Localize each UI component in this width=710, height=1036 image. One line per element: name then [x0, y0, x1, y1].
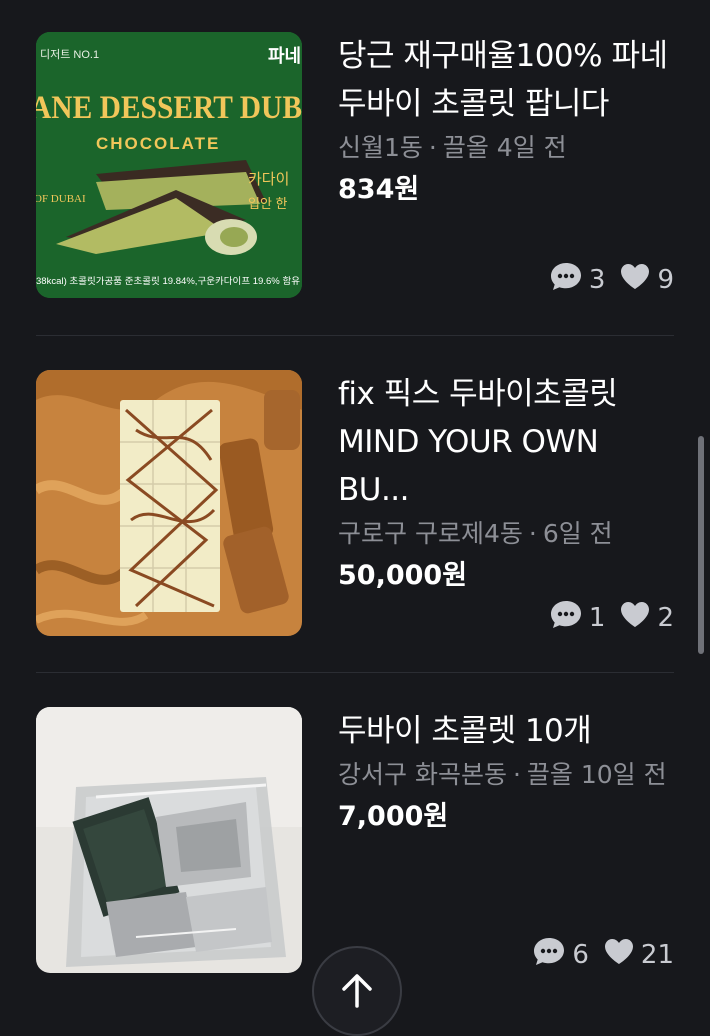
chat-count: 1 [588, 602, 606, 633]
listing-location: 구로구 구로제4동 [338, 519, 523, 548]
thumb-brand: 파네 [268, 46, 301, 66]
chat-count: 3 [588, 264, 606, 295]
listing-stats: 6 21 [532, 936, 674, 973]
fix-chocolate-image [36, 370, 302, 636]
like-count: 2 [657, 602, 674, 633]
chocolate-bag-image [36, 707, 302, 973]
listing-meta: 구로구 구로제4동 · 6일 전 [338, 519, 613, 548]
listing-price: 7,000원 [338, 801, 449, 832]
list-item[interactable]: 두바이 초콜렛 10개 강서구 화곡본동 · 끌올 10일 전 7,000원 6 2… [36, 707, 674, 977]
thumb-subhead: CHOCOLATE [96, 134, 220, 153]
listing-info: 당근 재구매율100% 파네 두바이 초콜릿 팝니다 신월1동 · 끌올 4일 전 … [338, 32, 678, 210]
listing-title: 두바이 초콜렛 10개 [338, 713, 592, 749]
thumb-footer: 38kcal) 초콜릿가공품 준초콜릿 19.84%,구운카다이프 19.6% … [36, 275, 300, 286]
listing-price: 50,000원 [338, 560, 468, 591]
listing-info: fix 픽스 두바이초콜릿 MIND YOUR OWN BU... 구로구 구로… [338, 370, 678, 596]
listing-stats: 3 9 [549, 261, 674, 298]
chat-bubble-icon [549, 599, 583, 636]
listing-price: 834원 [338, 174, 420, 205]
scroll-to-top-button[interactable] [312, 946, 402, 1036]
product-thumbnail[interactable] [36, 370, 302, 636]
heart-icon [619, 600, 651, 635]
chat-count: 6 [572, 939, 589, 970]
thumb-top-label: 디저트 NO.1 [40, 48, 99, 61]
scrollbar[interactable] [698, 436, 704, 654]
list-item[interactable]: fix 픽스 두바이초콜릿 MIND YOUR OWN BU... 구로구 구로… [36, 370, 674, 640]
product-thumbnail[interactable] [36, 707, 302, 973]
listing-bumped: 끌올 10일 전 [526, 760, 667, 789]
listing-title-text: fix 픽스 두바이초콜릿 MIND YOUR OWN BU... [338, 376, 618, 508]
listing-info: 두바이 초콜렛 10개 강서구 화곡본동 · 끌올 10일 전 7,000원 [338, 707, 678, 837]
thumb-origin: OF DUBAI [36, 193, 86, 205]
list-item[interactable]: 디저트 NO.1 파네 ANE DESSERT DUB CHOCOLATE 카다… [36, 32, 674, 302]
thumb-headline: ANE DESSERT DUB [36, 90, 302, 126]
thumb-side-b: 입안 한 [248, 196, 288, 211]
like-count: 9 [657, 264, 674, 295]
listing-bumped: 끌올 4일 전 [442, 133, 567, 162]
chat-bubble-icon [549, 261, 583, 298]
listing-meta: 강서구 화곡본동 · 끌올 10일 전 [338, 760, 667, 789]
divider [36, 672, 674, 673]
heart-icon [603, 937, 635, 972]
pane-chocolate-package-image: 디저트 NO.1 파네 ANE DESSERT DUB CHOCOLATE 카다… [36, 32, 302, 298]
product-thumbnail[interactable]: 디저트 NO.1 파네 ANE DESSERT DUB CHOCOLATE 카다… [36, 32, 302, 298]
listing-location: 신월1동 [338, 133, 423, 162]
listing-bumped: 6일 전 [542, 519, 613, 548]
thumb-side-a: 카다이 [248, 171, 289, 188]
chat-bubble-icon [532, 936, 566, 973]
heart-icon [619, 262, 651, 297]
listing-title: 당근 재구매율100% 파네 두바이 초콜릿 팝니다 [338, 38, 668, 122]
listing-stats: 1 2 [549, 599, 674, 636]
arrow-up-icon [342, 974, 372, 1008]
divider [36, 335, 674, 336]
listing-title: fix 픽스 두바이초콜릿 MIND YOUR OWN BU... [338, 370, 678, 514]
listing-meta: 신월1동 · 끌올 4일 전 [338, 133, 567, 162]
listing-location: 강서구 화곡본동 [338, 760, 507, 789]
like-count: 21 [640, 939, 674, 970]
